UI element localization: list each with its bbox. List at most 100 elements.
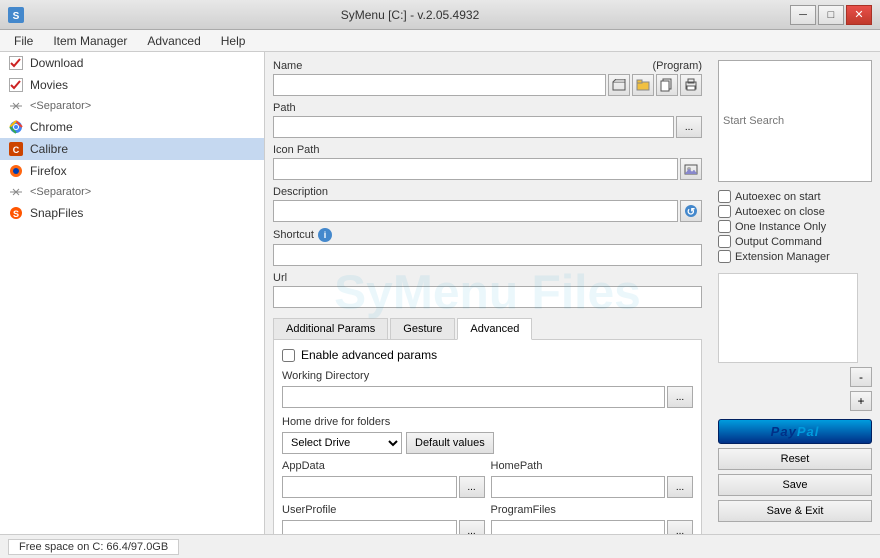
enable-advanced-checkbox[interactable] — [282, 349, 295, 362]
save-btn[interactable]: Save — [718, 474, 872, 496]
appdata-browse-btn[interactable]: ... — [459, 476, 485, 498]
reset-btn[interactable]: Reset — [718, 448, 872, 470]
icon-path-label: Icon Path — [273, 144, 702, 156]
url-input[interactable] — [273, 286, 702, 308]
menu-advanced[interactable]: Advanced — [137, 32, 210, 50]
sidebar-separator-2: <Separator> — [0, 182, 264, 202]
working-dir-browse-btn[interactable]: ... — [667, 386, 693, 408]
paypal-pal-text: Pal — [797, 424, 820, 439]
check-icon-movies — [8, 77, 24, 93]
close-button[interactable]: ✕ — [846, 5, 872, 25]
path-input-row: ..\..\..\..\Program Files\Calibre2\calib… — [273, 116, 702, 138]
default-values-btn[interactable]: Default values — [406, 432, 494, 454]
svg-text:↺: ↺ — [687, 207, 695, 218]
title-bar: S SyMenu [C:] - v.2.05.4932 ─ □ ✕ — [0, 0, 880, 30]
sidebar-item-firefox[interactable]: Firefox — [0, 160, 264, 182]
paypal-btn[interactable]: PayPal — [718, 419, 872, 444]
sidebar-item-snapfiles[interactable]: S SnapFiles — [0, 202, 264, 224]
programfiles-input-row: ... — [491, 520, 694, 534]
autoexec-start-label: Autoexec on start — [735, 191, 821, 203]
appdata-input[interactable] — [282, 476, 457, 498]
status-bar: Free space on C: 66.4/97.0GB — [0, 534, 880, 558]
name-label: Name — [273, 60, 302, 72]
home-drive-row: Select Drive Default values — [282, 432, 693, 454]
extension-manager-checkbox[interactable] — [718, 250, 731, 263]
homepath-label: HomePath — [491, 460, 694, 472]
name-print-icon-btn[interactable] — [680, 74, 702, 96]
one-instance-checkbox[interactable] — [718, 220, 731, 233]
working-dir-label: Working Directory — [282, 370, 693, 382]
userprofile-group: UserProfile ... — [282, 504, 485, 534]
menu-file[interactable]: File — [4, 32, 43, 50]
description-row: Description ↺ — [273, 186, 702, 222]
userprofile-input-row: ... — [282, 520, 485, 534]
userprofile-label: UserProfile — [282, 504, 485, 516]
userprofile-input[interactable] — [282, 520, 457, 534]
extension-manager-option: Extension Manager — [718, 250, 872, 263]
minimize-button[interactable]: ─ — [790, 5, 816, 25]
programfiles-input[interactable] — [491, 520, 666, 534]
tab-content-advanced: Enable advanced params Working Directory… — [273, 340, 702, 534]
tab-advanced[interactable]: Advanced — [457, 318, 532, 340]
menu-item-manager[interactable]: Item Manager — [43, 32, 137, 50]
path-input[interactable]: ..\..\..\..\Program Files\Calibre2\calib… — [273, 116, 674, 138]
autoexec-start-checkbox[interactable] — [718, 190, 731, 203]
homepath-input[interactable] — [491, 476, 666, 498]
sidebar-label-sep1: <Separator> — [30, 100, 91, 112]
sidebar-separator-1: <Separator> — [0, 96, 264, 116]
name-file-icon-btn[interactable] — [608, 74, 630, 96]
appdata-label: AppData — [282, 460, 485, 472]
name-input[interactable]: Calibre — [273, 74, 606, 96]
description-input-row: ↺ — [273, 200, 702, 222]
name-input-row: Calibre — [273, 74, 702, 96]
programfiles-label: ProgramFiles — [491, 504, 694, 516]
sidebar-item-chrome[interactable]: Chrome — [0, 116, 264, 138]
maximize-button[interactable]: □ — [818, 5, 844, 25]
name-copy-icon-btn[interactable] — [656, 74, 678, 96]
check-icon-download — [8, 55, 24, 71]
home-drive-section: Home drive for folders Select Drive Defa… — [282, 416, 693, 454]
programfiles-group: ProgramFiles ... — [491, 504, 694, 534]
sidebar-item-calibre[interactable]: C Calibre — [0, 138, 264, 160]
path-label: Path — [273, 102, 702, 114]
userprofile-browse-btn[interactable]: ... — [459, 520, 485, 534]
enable-advanced-row: Enable advanced params — [282, 348, 693, 362]
plus-btn[interactable]: + — [850, 391, 872, 411]
name-folder-icon-btn[interactable] — [632, 74, 654, 96]
fields-grid: AppData ... HomePath ... UserPro — [282, 460, 693, 534]
working-dir-input[interactable] — [282, 386, 665, 408]
path-browse-btn[interactable]: ... — [676, 116, 702, 138]
shortcut-input[interactable] — [273, 244, 702, 266]
firefox-icon — [8, 163, 24, 179]
sidebar-label-calibre: Calibre — [30, 142, 68, 156]
icon-path-input[interactable]: .\Icons\calibre.exe.ico — [273, 158, 678, 180]
one-instance-label: One Instance Only — [735, 221, 826, 233]
icon-browse-btn[interactable] — [680, 158, 702, 180]
tab-gesture[interactable]: Gesture — [390, 318, 455, 339]
chrome-icon — [8, 119, 24, 135]
programfiles-browse-btn[interactable]: ... — [667, 520, 693, 534]
window-title: SyMenu [C:] - v.2.05.4932 — [30, 8, 790, 22]
homepath-browse-btn[interactable]: ... — [667, 476, 693, 498]
sidebar-item-download[interactable]: Download — [0, 52, 264, 74]
sidebar: Download Movies <Separator> — [0, 52, 265, 534]
description-action-btn[interactable]: ↺ — [680, 200, 702, 222]
select-drive[interactable]: Select Drive — [282, 432, 402, 454]
url-label: Url — [273, 272, 702, 284]
output-command-checkbox[interactable] — [718, 235, 731, 248]
one-instance-option: One Instance Only — [718, 220, 872, 233]
autoexec-close-checkbox[interactable] — [718, 205, 731, 218]
home-drive-label: Home drive for folders — [282, 416, 693, 428]
svg-text:S: S — [13, 11, 20, 22]
search-input[interactable] — [718, 60, 872, 182]
autoexec-start-option: Autoexec on start — [718, 190, 872, 203]
tab-additional-params[interactable]: Additional Params — [273, 318, 388, 339]
image-preview — [718, 273, 858, 363]
description-input[interactable] — [273, 200, 678, 222]
menu-help[interactable]: Help — [211, 32, 256, 50]
sidebar-label-firefox: Firefox — [30, 164, 67, 178]
sep-icon — [8, 98, 24, 114]
save-exit-btn[interactable]: Save & Exit — [718, 500, 872, 522]
sidebar-item-movies[interactable]: Movies — [0, 74, 264, 96]
minus-btn[interactable]: - — [850, 367, 872, 387]
